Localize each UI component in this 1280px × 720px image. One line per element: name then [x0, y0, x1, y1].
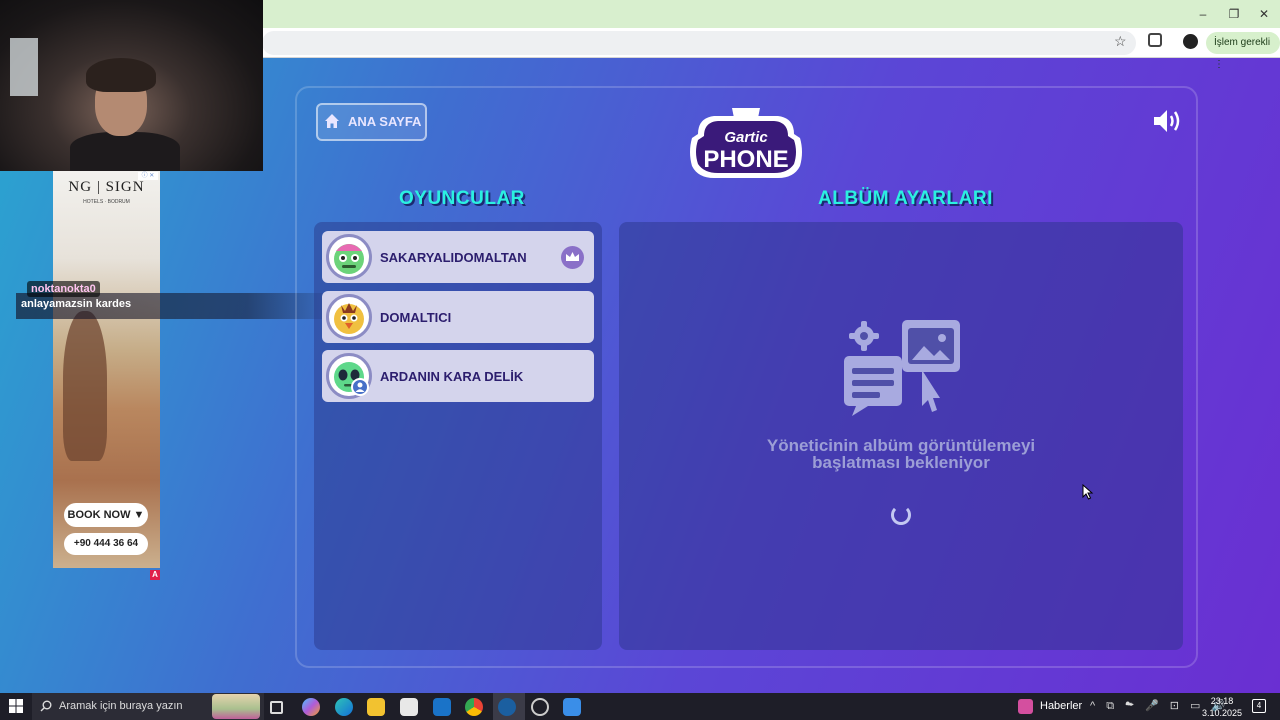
webcam-overlay	[0, 0, 263, 171]
logo-top-text: Gartic	[724, 129, 768, 146]
logo-bottom-text: PHONE	[703, 146, 788, 173]
player-name: DOMALTICI	[380, 310, 452, 325]
ad-photo-figure	[63, 311, 107, 461]
album-settings-title: ALBÜM AYARLARI	[818, 188, 993, 209]
webcam-background-lamp	[10, 38, 38, 96]
mouse-cursor-icon	[1082, 484, 1094, 500]
avatar-bird-icon	[334, 303, 364, 334]
player-card[interactable]: ARDANIN KARA DELİK	[322, 350, 594, 402]
chrome-icon[interactable]	[465, 698, 483, 716]
extensions-icon[interactable]	[1148, 33, 1162, 47]
task-view-icon[interactable]	[270, 701, 283, 714]
gartic-phone-logo: Gartic PHONE	[690, 108, 802, 178]
loading-spinner-icon	[891, 505, 911, 525]
news-widget[interactable]: Haberler	[1018, 693, 1082, 720]
player-avatar	[326, 234, 372, 280]
player-name: ARDANIN KARA DELİK	[380, 369, 524, 384]
minimize-button[interactable]: –	[1188, 4, 1218, 24]
steam-icon[interactable]	[498, 698, 516, 716]
profile-icon[interactable]	[1183, 34, 1198, 49]
host-crown-icon	[561, 246, 584, 269]
chat-message: anlayamazsin kardes	[21, 298, 132, 310]
players-title: OYUNCULAR	[399, 188, 525, 209]
players-panel	[314, 222, 602, 650]
notification-icon[interactable]: 4	[1252, 699, 1266, 713]
player-avatar	[326, 294, 372, 340]
player-card[interactable]: SAKARYALIDOMALTAN	[322, 231, 594, 283]
bookmark-star-icon[interactable]: ☆	[1114, 33, 1127, 50]
address-bar[interactable]	[262, 31, 1136, 55]
outlook-icon[interactable]	[433, 698, 451, 716]
album-settings-icon	[844, 320, 960, 416]
clock-date: 3.10.2025	[1202, 708, 1243, 718]
book-now-button[interactable]: BOOK NOW ▼	[64, 503, 148, 527]
waiting-message: Yöneticinin albüm görüntülemeyi başlatma…	[766, 436, 1036, 472]
streamer-hair	[86, 58, 156, 92]
search-highlight-image[interactable]	[212, 694, 260, 719]
windows-start-icon[interactable]	[9, 699, 23, 713]
store-icon[interactable]	[400, 698, 418, 716]
edge-icon[interactable]	[335, 698, 353, 716]
home-icon	[325, 114, 339, 128]
current-user-icon	[351, 378, 369, 396]
avatar-brain-icon	[334, 244, 364, 274]
player-card[interactable]: DOMALTICI	[322, 291, 594, 343]
clock-time: 23:18	[1210, 696, 1234, 706]
search-icon	[40, 700, 52, 712]
chat-username: noktanokta0	[27, 281, 100, 297]
ad-logo-subtitle: HOTELS · BODRUM	[83, 199, 130, 205]
close-button[interactable]: ✕	[1249, 4, 1279, 24]
copilot-icon[interactable]	[302, 698, 320, 716]
sound-icon[interactable]	[1152, 107, 1184, 135]
taskbar: Aramak için buraya yazın	[0, 693, 1280, 720]
ad-badge[interactable]: A	[150, 570, 160, 580]
ad-info-icon[interactable]: ⓘ ✕	[138, 172, 158, 180]
streamer-body	[70, 132, 180, 171]
player-name: SAKARYALIDOMALTAN	[380, 250, 527, 265]
restore-button[interactable]: ❐	[1219, 4, 1249, 24]
hotel-ad[interactable]: NG | SIGN HOTELS · BODRUM BOOK NOW ▼ +90…	[53, 171, 160, 568]
ad-phone-button[interactable]: +90 444 36 64	[64, 533, 148, 555]
clock-app-icon[interactable]	[531, 698, 549, 716]
ad-logo: NG | SIGN	[68, 179, 145, 195]
taskbar-clock[interactable]: 23:18 3.10.2025	[1202, 695, 1242, 719]
file-explorer-icon[interactable]	[367, 698, 385, 716]
action-required-button[interactable]: İşlem gerekli ⋮	[1206, 32, 1280, 70]
app-icon[interactable]	[563, 698, 581, 716]
